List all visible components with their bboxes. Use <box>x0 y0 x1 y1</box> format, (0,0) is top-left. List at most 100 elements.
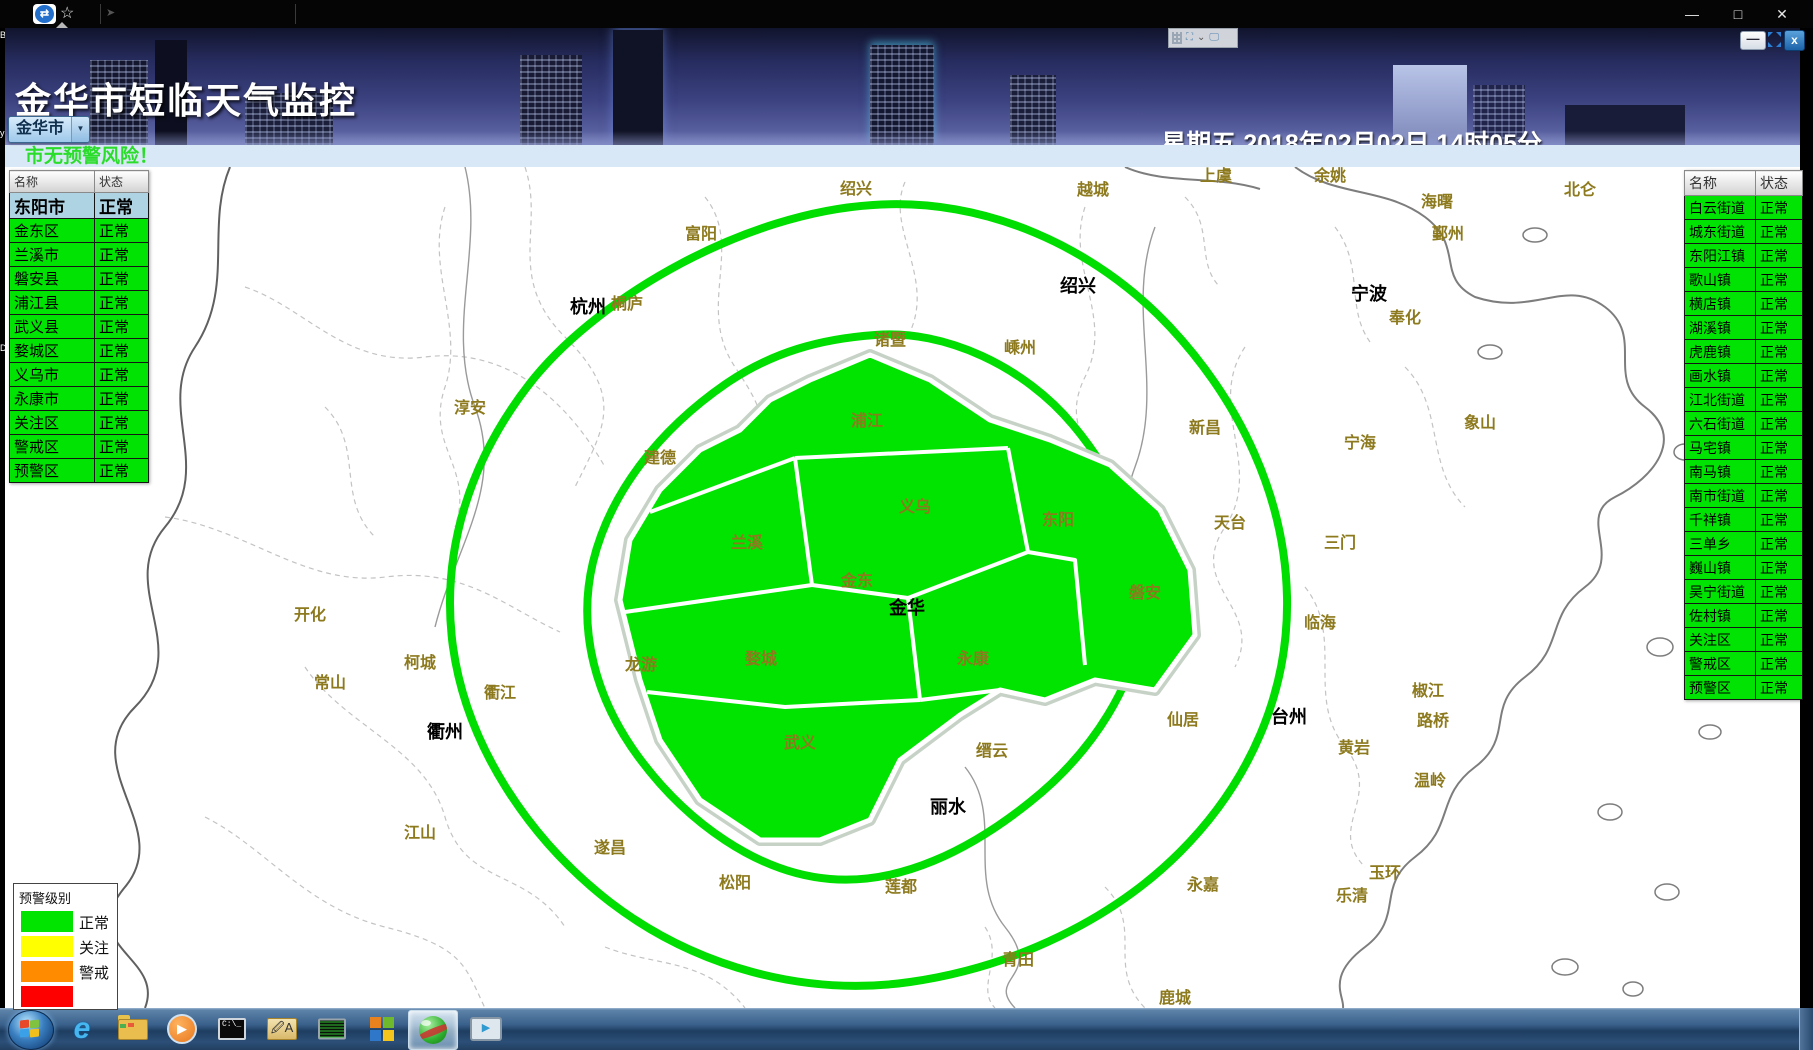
map-label: 奉化 <box>1388 308 1421 327</box>
map-label: 常山 <box>314 673 346 692</box>
warning-level-legend: 预警级别 正常关注警戒 <box>13 883 118 1010</box>
table-row[interactable]: 江北街道正常 <box>1685 388 1803 412</box>
monitor-icon[interactable]: 🖵 <box>1209 29 1219 47</box>
map-label: 象山 <box>1464 413 1496 432</box>
table-row[interactable]: 金东区正常 <box>10 219 149 243</box>
taskbar-file-explorer[interactable] <box>108 1010 156 1048</box>
app-header-banner: 金华市短临天气监控 星期五 2018年02月02日 14时05分 <box>5 28 1800 145</box>
map-label: 新昌 <box>1189 418 1221 437</box>
taskbar-media-player[interactable]: ▶ <box>158 1010 206 1048</box>
map-label: 东阳 <box>1042 510 1074 529</box>
start-button[interactable] <box>8 1010 54 1050</box>
alert-message: 市无预警风险！ <box>25 145 158 168</box>
table-row[interactable]: 横店镇正常 <box>1685 292 1803 316</box>
internet-explorer-icon: e <box>74 1012 91 1046</box>
map-label: 三门 <box>1324 533 1356 552</box>
map-label: 乐清 <box>1336 887 1368 905</box>
map-label: 开化 <box>294 605 326 624</box>
header-datetime: 星期五 2018年02月02日 14时05分 <box>1161 124 1542 145</box>
map-label: 浦江 <box>851 411 883 430</box>
taskbar-media-center[interactable]: ▶ <box>462 1010 510 1048</box>
chevron-down-icon[interactable]: ⌄ <box>1197 29 1205 47</box>
column-header[interactable]: 状态 <box>95 171 149 193</box>
map-label: 天台 <box>1214 513 1246 532</box>
taskbar-design-tool[interactable]: 🖉A <box>258 1010 306 1048</box>
column-header[interactable]: 状态 <box>1756 171 1803 196</box>
table-row[interactable]: 浦江县正常 <box>10 291 149 315</box>
taskbar-command-prompt[interactable]: C:\_ <box>208 1010 256 1048</box>
show-desktop-button[interactable] <box>1799 1008 1813 1050</box>
chevron-down-icon[interactable]: ▼ <box>71 117 89 142</box>
map-label: 北仑 <box>1564 180 1597 199</box>
map-label: 兰溪 <box>731 533 764 552</box>
table-row[interactable]: 永康市正常 <box>10 387 149 411</box>
map-label: 绍兴 <box>1060 275 1096 296</box>
table-row[interactable]: 吴宁街道正常 <box>1685 580 1803 604</box>
teamviewer-logo-icon[interactable]: ⇄ <box>33 4 56 24</box>
table-row[interactable]: 警戒区正常 <box>10 435 149 459</box>
session-minimize-button[interactable]: — <box>1672 0 1712 28</box>
map-label: 婺城 <box>744 649 777 668</box>
table-row[interactable]: 画水镇正常 <box>1685 364 1803 388</box>
table-row[interactable]: 兰溪市正常 <box>10 243 149 267</box>
table-row[interactable]: 婺城区正常 <box>10 339 149 363</box>
table-row[interactable]: 千祥镇正常 <box>1685 508 1803 532</box>
table-row[interactable]: 白云街道正常 <box>1685 196 1803 220</box>
city-selector-dropdown[interactable]: 金华市 ▼ <box>8 116 90 143</box>
table-row[interactable]: 歌山镇正常 <box>1685 268 1803 292</box>
map-label: 路桥 <box>1417 711 1450 730</box>
table-row[interactable]: 佐村镇正常 <box>1685 604 1803 628</box>
expand-icon[interactable]: ⛶ <box>1186 29 1193 47</box>
legend-label: 警戒 <box>79 962 109 983</box>
column-header[interactable]: 名称 <box>1685 171 1756 196</box>
legend-item: 关注 <box>14 934 117 959</box>
table-row[interactable]: 三单乡正常 <box>1685 532 1803 556</box>
taskbar-internet-explorer[interactable]: e <box>58 1010 106 1048</box>
map-label: 缙云 <box>976 741 1008 760</box>
table-row[interactable]: 东阳市正常 <box>10 193 149 219</box>
legend-swatch <box>21 961 73 982</box>
table-row[interactable]: 南市街道正常 <box>1685 484 1803 508</box>
table-row[interactable]: 南马镇正常 <box>1685 460 1803 484</box>
grid-handle-icon[interactable] <box>1172 32 1182 44</box>
table-row[interactable]: 预警区正常 <box>10 459 149 483</box>
legend-swatch <box>21 986 73 1007</box>
legend-label: 关注 <box>79 937 109 958</box>
table-row[interactable]: 虎鹿镇正常 <box>1685 340 1803 364</box>
table-row[interactable]: 预警区正常 <box>1685 676 1803 700</box>
map-label: 莲都 <box>885 877 917 896</box>
table-row[interactable]: 湖溪镇正常 <box>1685 316 1803 340</box>
table-row[interactable]: 巍山镇正常 <box>1685 556 1803 580</box>
map-label: 磐安 <box>1128 583 1161 602</box>
map-label: 义乌 <box>899 497 931 516</box>
column-header[interactable]: 名称 <box>10 171 95 193</box>
map-label: 柯城 <box>404 653 436 672</box>
table-row[interactable]: 马宅镇正常 <box>1685 436 1803 460</box>
session-maximize-button[interactable]: □ <box>1718 0 1758 28</box>
legend-title: 预警级别 <box>19 888 117 907</box>
table-row[interactable]: 六石街道正常 <box>1685 412 1803 436</box>
table-row[interactable]: 武义县正常 <box>10 315 149 339</box>
table-row[interactable]: 警戒区正常 <box>1685 652 1803 676</box>
table-row[interactable]: 关注区正常 <box>10 411 149 435</box>
weather-map[interactable]: 绍兴越城上虞余姚海曙鄞州北仑奉化富阳桐庐诸暨嵊州新昌宁海象山天台三门临海淳安建德… <box>5 167 1800 1008</box>
taskbar-weather-globe-app[interactable] <box>408 1010 458 1050</box>
table-row[interactable]: 义乌市正常 <box>10 363 149 387</box>
collapsed-arrow-icon[interactable]: ➤ <box>106 6 115 19</box>
taskbar-system-monitor[interactable] <box>308 1010 356 1048</box>
table-row[interactable]: 关注区正常 <box>1685 628 1803 652</box>
map-label: 宁海 <box>1344 433 1376 452</box>
terminal-icon: C:\_ <box>218 1018 246 1040</box>
divider <box>100 4 101 24</box>
session-close-button[interactable]: ✕ <box>1762 0 1802 28</box>
legend-label: 正常 <box>79 912 109 933</box>
table-row[interactable]: 东阳江镇正常 <box>1685 244 1803 268</box>
remote-toolbar[interactable]: ⛶ ⌄ 🖵 <box>1168 28 1238 48</box>
table-row[interactable]: 磐安县正常 <box>10 267 149 291</box>
map-label: 嵊州 <box>1004 338 1036 357</box>
app-close-button[interactable]: x <box>1784 30 1805 51</box>
table-row[interactable]: 城东街道正常 <box>1685 220 1803 244</box>
app-resize-arrows-button[interactable] <box>1767 31 1782 48</box>
app-minimize-button[interactable]: — <box>1740 31 1766 50</box>
taskbar-paint-app[interactable] <box>358 1010 406 1048</box>
